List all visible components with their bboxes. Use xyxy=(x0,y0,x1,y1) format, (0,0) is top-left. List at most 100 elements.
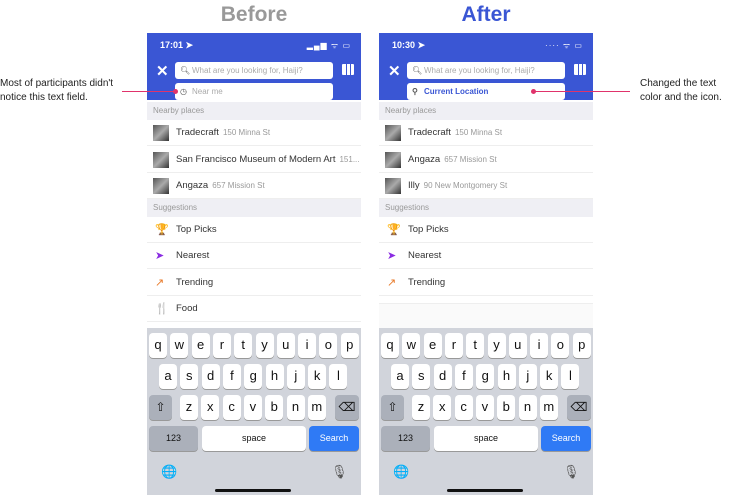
key-f[interactable]: f xyxy=(454,364,473,389)
suggestion-label: Food xyxy=(176,302,198,314)
key-x[interactable]: x xyxy=(433,395,452,420)
key-s[interactable]: s xyxy=(412,364,431,389)
place-address: 150 Minna St xyxy=(454,128,503,137)
key-u[interactable]: u xyxy=(508,333,527,358)
keyboard: q w e r t y u i o p a s d f g h j k l z x c v b n m ⇧ ⌫ 123 space … xyxy=(379,328,593,495)
key-j[interactable]: j xyxy=(286,364,305,389)
key-x[interactable]: x xyxy=(201,395,220,420)
map-icon[interactable] xyxy=(574,64,586,75)
key-q[interactable]: q xyxy=(381,333,399,358)
key-b[interactable]: b xyxy=(265,395,284,420)
trending-icon: ↗ xyxy=(387,276,397,289)
key-r[interactable]: r xyxy=(212,333,231,358)
key-k[interactable]: k xyxy=(308,364,327,389)
key-g[interactable]: g xyxy=(244,364,263,389)
suggestion-item[interactable]: 🏆 Top Picks xyxy=(379,217,593,243)
key-l[interactable]: l xyxy=(329,364,348,389)
place-thumbnail xyxy=(385,125,401,141)
key-r[interactable]: r xyxy=(444,333,463,358)
map-icon[interactable] xyxy=(342,64,354,75)
nearby-place[interactable]: Tradecraft 150 Minna St xyxy=(379,120,593,146)
key-k[interactable]: k xyxy=(540,364,559,389)
key-t[interactable]: t xyxy=(466,333,485,358)
key-h[interactable]: h xyxy=(265,364,284,389)
nearby-place[interactable]: Tradecraft 150 Minna St xyxy=(147,120,361,146)
globe-icon[interactable]: 🌐 xyxy=(393,464,409,480)
suggestions-header: Suggestions xyxy=(147,199,361,217)
key-w[interactable]: w xyxy=(170,333,189,358)
suggestion-item[interactable]: 🏆 Top Picks xyxy=(147,217,361,243)
key-e[interactable]: e xyxy=(191,333,210,358)
search-input[interactable]: 🔍︎ What are you looking for, Haiji? xyxy=(407,62,565,79)
space-key[interactable]: space xyxy=(434,426,538,451)
key-p[interactable]: p xyxy=(340,333,359,358)
key-w[interactable]: w xyxy=(402,333,421,358)
key-i[interactable]: i xyxy=(298,333,317,358)
globe-icon[interactable]: 🌐 xyxy=(161,464,177,480)
key-j[interactable]: j xyxy=(518,364,537,389)
key-f[interactable]: f xyxy=(222,364,241,389)
location-input[interactable]: ◷ Near me xyxy=(175,83,333,100)
key-s[interactable]: s xyxy=(180,364,199,389)
nearby-place[interactable]: Angaza 657 Mission St xyxy=(379,147,593,173)
key-y[interactable]: y xyxy=(255,333,274,358)
key-b[interactable]: b xyxy=(497,395,516,420)
key-v[interactable]: v xyxy=(475,395,494,420)
pin-icon: ⚲ xyxy=(412,87,418,96)
nearby-place[interactable]: Illy 90 New Montgomery St xyxy=(379,173,593,199)
place-name: Tradecraft xyxy=(408,127,451,138)
place-thumbnail xyxy=(153,125,169,141)
key-z[interactable]: z xyxy=(412,395,430,420)
key-t[interactable]: t xyxy=(234,333,253,358)
key-e[interactable]: e xyxy=(423,333,442,358)
shift-key[interactable]: ⇧ xyxy=(149,395,172,420)
key-n[interactable]: n xyxy=(518,395,537,420)
key-g[interactable]: g xyxy=(476,364,495,389)
suggestion-item[interactable]: ↗ Trending xyxy=(147,270,361,296)
suggestion-item[interactable]: ➤ Nearest xyxy=(379,243,593,270)
before-title: Before xyxy=(220,3,288,26)
suggestion-item[interactable]: ↗ Trending xyxy=(379,270,593,296)
key-z[interactable]: z xyxy=(180,395,198,420)
key-n[interactable]: n xyxy=(286,395,305,420)
nearby-place[interactable]: San Francisco Museum of Modern Art 151... xyxy=(147,147,361,173)
key-c[interactable]: c xyxy=(454,395,473,420)
suggestion-item[interactable]: ➤ Nearest xyxy=(147,243,361,270)
delete-key[interactable]: ⌫ xyxy=(567,395,591,420)
microphone-icon[interactable]: 🎙 xyxy=(331,464,348,480)
close-icon[interactable]: ✕ xyxy=(156,62,169,80)
key-c[interactable]: c xyxy=(222,395,241,420)
key-a[interactable]: a xyxy=(391,364,409,389)
place-address: 150 Minna St xyxy=(222,128,271,137)
shift-key[interactable]: ⇧ xyxy=(381,395,404,420)
microphone-icon[interactable]: 🎙 xyxy=(563,464,580,480)
key-o[interactable]: o xyxy=(551,333,570,358)
nearby-header: Nearby places xyxy=(147,102,361,120)
key-m[interactable]: m xyxy=(539,395,558,420)
key-d[interactable]: d xyxy=(433,364,452,389)
search-input[interactable]: 🔍︎ What are you looking for, Haiji? xyxy=(175,62,333,79)
key-p[interactable]: p xyxy=(572,333,591,358)
space-key[interactable]: space xyxy=(202,426,306,451)
key-y[interactable]: y xyxy=(487,333,506,358)
key-a[interactable]: a xyxy=(159,364,177,389)
key-h[interactable]: h xyxy=(497,364,516,389)
suggestion-item[interactable]: 🍴 Food xyxy=(147,296,361,322)
key-o[interactable]: o xyxy=(319,333,338,358)
key-v[interactable]: v xyxy=(243,395,262,420)
delete-key[interactable]: ⌫ xyxy=(335,395,359,420)
key-d[interactable]: d xyxy=(201,364,220,389)
numbers-key[interactable]: 123 xyxy=(381,426,430,451)
key-m[interactable]: m xyxy=(307,395,326,420)
close-icon[interactable]: ✕ xyxy=(388,62,401,80)
suggestion-label: Trending xyxy=(176,276,214,288)
key-i[interactable]: i xyxy=(530,333,549,358)
key-q[interactable]: q xyxy=(149,333,167,358)
search-key[interactable]: Search xyxy=(309,426,359,451)
nearby-place[interactable]: Angaza 657 Mission St xyxy=(147,173,361,199)
key-l[interactable]: l xyxy=(561,364,580,389)
key-u[interactable]: u xyxy=(276,333,295,358)
search-key[interactable]: Search xyxy=(541,426,591,451)
numbers-key[interactable]: 123 xyxy=(149,426,198,451)
place-name: Angaza xyxy=(408,153,441,165)
